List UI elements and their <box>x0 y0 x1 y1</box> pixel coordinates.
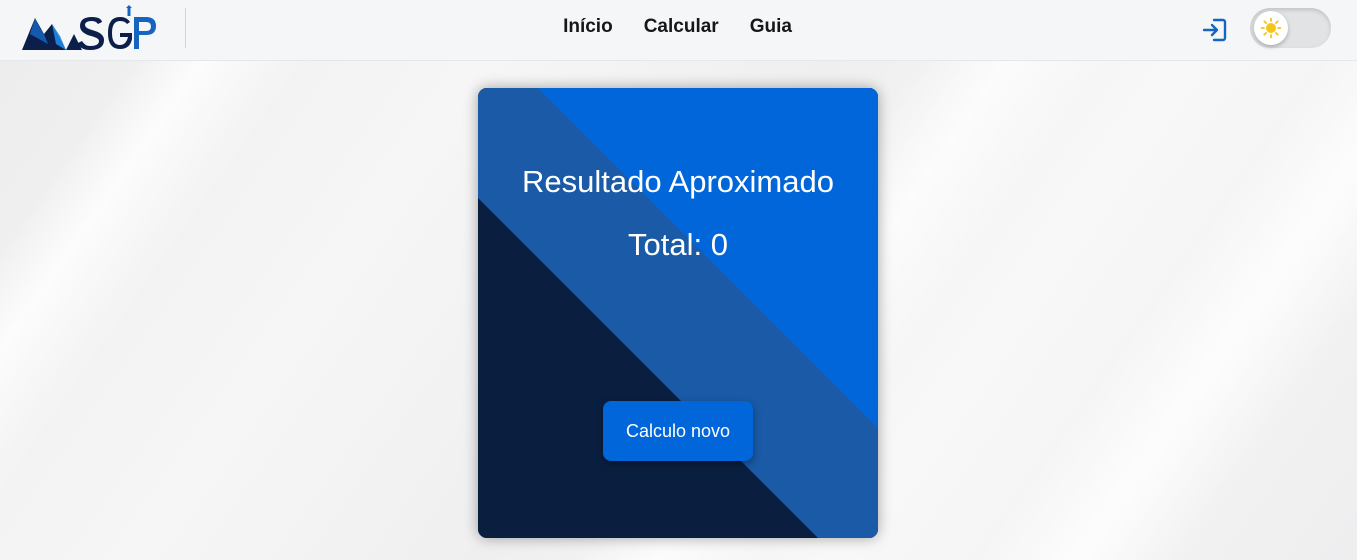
result-title: Resultado Aproximado <box>522 164 834 199</box>
nav-link-inicio[interactable]: Início <box>563 16 613 38</box>
sun-icon <box>1260 17 1282 39</box>
result-total: Total: 0 <box>628 227 728 262</box>
sgp-logo-mark <box>22 5 156 50</box>
toggle-knob <box>1254 11 1288 45</box>
main-nav: Início Calcular Guia <box>0 0 1357 61</box>
result-card: Resultado Aproximado Total: 0 Calculo no… <box>478 88 878 538</box>
card-background <box>478 88 878 538</box>
nav-link-calcular[interactable]: Calcular <box>644 16 719 38</box>
nav-link-guia[interactable]: Guia <box>750 16 792 38</box>
logo-divider <box>185 8 186 48</box>
navbar: Início Calcular Guia <box>0 0 1357 61</box>
sgp-logo[interactable] <box>22 4 156 52</box>
login-icon[interactable] <box>1201 16 1229 44</box>
new-calculation-button[interactable]: Calculo novo <box>603 401 753 461</box>
theme-toggle[interactable] <box>1250 8 1331 48</box>
